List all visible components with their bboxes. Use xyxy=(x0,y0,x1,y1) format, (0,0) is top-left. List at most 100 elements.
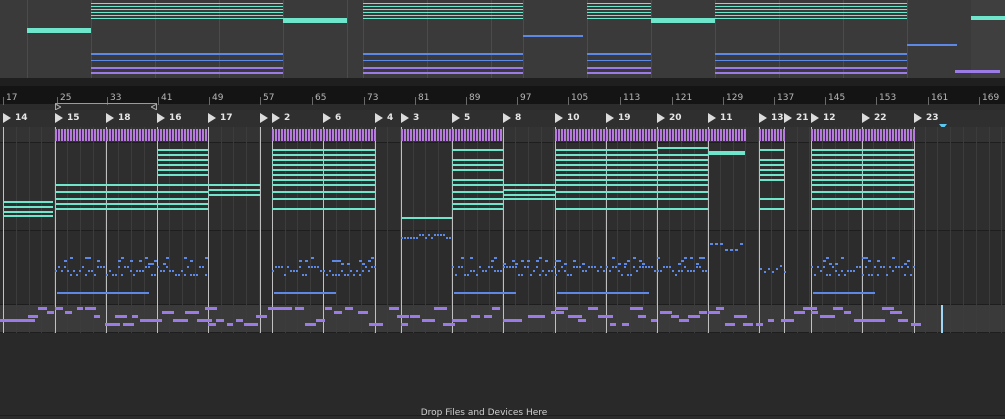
midi-note xyxy=(368,270,370,272)
midi-note xyxy=(443,234,445,236)
midi-note xyxy=(256,315,267,318)
midi-note xyxy=(58,266,60,268)
beat-time-ruler[interactable] xyxy=(0,86,1005,104)
midi-note xyxy=(272,164,375,166)
grid-line xyxy=(131,127,132,333)
midi-note xyxy=(154,274,156,276)
locator-label[interactable]: 8 xyxy=(503,113,521,124)
midi-note xyxy=(208,189,260,191)
grid-line xyxy=(566,127,567,333)
midi-note xyxy=(175,274,177,276)
midi-note xyxy=(636,129,638,141)
midi-note xyxy=(329,129,331,141)
grid-line xyxy=(515,127,516,333)
overview-note xyxy=(363,3,523,4)
midi-note xyxy=(503,184,555,186)
midi-note xyxy=(70,274,72,276)
midi-note xyxy=(591,266,593,268)
midi-note xyxy=(639,129,641,141)
locator-label[interactable]: 17 xyxy=(208,113,233,124)
midi-note xyxy=(865,129,867,141)
midi-note xyxy=(833,307,843,310)
midi-note xyxy=(657,147,708,149)
midi-note xyxy=(106,208,157,210)
locator-label[interactable]: 5 xyxy=(452,113,470,124)
midi-note xyxy=(458,129,460,141)
midi-note xyxy=(105,323,120,326)
locator-label[interactable]: 3 xyxy=(401,113,419,124)
midi-note xyxy=(672,270,674,272)
locator-flag-icon[interactable] xyxy=(260,113,268,123)
overview-note xyxy=(587,6,651,7)
locator-label[interactable]: 18 xyxy=(106,113,131,124)
locator-label[interactable]: 13 xyxy=(759,113,784,124)
midi-note xyxy=(811,129,813,141)
locator-label[interactable]: 19 xyxy=(606,113,631,124)
midi-note xyxy=(871,274,873,276)
midi-note xyxy=(657,257,660,259)
locator-label[interactable]: 20 xyxy=(657,113,682,124)
locator-label[interactable]: 6 xyxy=(323,113,341,124)
midi-note xyxy=(578,319,586,322)
midi-note xyxy=(166,129,168,141)
midi-note xyxy=(491,129,493,141)
midi-note xyxy=(106,274,108,276)
locator-label[interactable]: 10 xyxy=(555,113,580,124)
locator-label[interactable]: 22 xyxy=(862,113,887,124)
grid-line xyxy=(720,127,721,333)
arrangement-overview[interactable] xyxy=(0,0,1005,78)
midi-note xyxy=(657,129,659,141)
midi-note xyxy=(696,129,698,141)
midi-note xyxy=(85,129,87,141)
ruler-bar-number: 137 xyxy=(777,93,795,103)
midi-note xyxy=(856,129,858,141)
locator-label[interactable]: 12 xyxy=(811,113,836,124)
midi-note xyxy=(452,149,503,151)
ruler-tick xyxy=(312,97,313,105)
midi-note xyxy=(868,274,870,276)
midi-note xyxy=(573,266,575,268)
grid-line xyxy=(182,127,183,333)
locator-line xyxy=(323,127,324,333)
midi-note xyxy=(295,307,304,310)
midi-note xyxy=(551,270,553,272)
midi-note xyxy=(657,164,708,166)
midi-note xyxy=(157,208,208,210)
overview-note xyxy=(715,53,907,55)
midi-note xyxy=(58,129,60,141)
midi-note xyxy=(814,274,816,276)
overview-note xyxy=(91,67,283,69)
midi-note xyxy=(579,266,581,268)
midi-note xyxy=(347,129,349,141)
grid-line xyxy=(797,127,798,333)
locator-label[interactable]: 21 xyxy=(784,113,809,124)
drop-zone[interactable] xyxy=(0,333,1005,416)
locator-label[interactable]: 15 xyxy=(55,113,80,124)
midi-note xyxy=(82,129,84,141)
overview-divider[interactable] xyxy=(0,78,1005,86)
locator-label[interactable]: 2 xyxy=(272,113,290,124)
locator-line xyxy=(106,127,107,333)
locator-label[interactable]: 4 xyxy=(375,113,393,124)
midi-note xyxy=(467,274,469,276)
ruler-bar-number: 73 xyxy=(367,93,379,103)
locator-line xyxy=(914,127,915,333)
midi-note xyxy=(573,260,576,262)
midi-note xyxy=(696,263,699,265)
midi-note xyxy=(410,315,420,318)
midi-note xyxy=(196,274,198,276)
midi-note xyxy=(55,184,106,186)
midi-note xyxy=(106,184,157,186)
midi-note xyxy=(777,129,779,141)
arrangement-view[interactable] xyxy=(0,127,1005,416)
midi-note xyxy=(484,315,492,318)
drop-files-area[interactable]: Drop Files and Devices Here xyxy=(0,408,968,419)
locator-label[interactable]: 16 xyxy=(157,113,182,124)
midi-note xyxy=(675,274,677,276)
midi-note xyxy=(305,274,307,276)
locator-label[interactable]: 23 xyxy=(914,113,939,124)
midi-note xyxy=(464,129,466,141)
locator-label[interactable]: 11 xyxy=(708,113,733,124)
overview-note xyxy=(715,3,907,4)
locator-label[interactable]: 14 xyxy=(3,113,28,124)
